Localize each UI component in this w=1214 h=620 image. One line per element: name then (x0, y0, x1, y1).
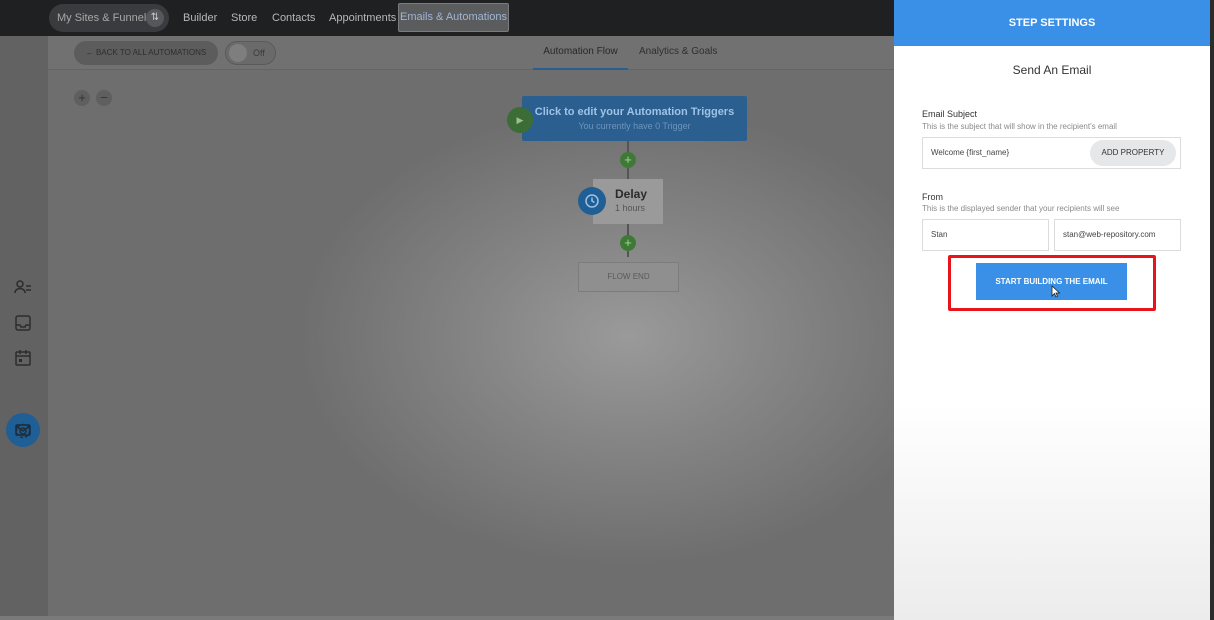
switch-icon[interactable]: ⇅ (146, 9, 164, 27)
nav-store[interactable]: Store (231, 0, 257, 36)
nav-builder[interactable]: Builder (183, 0, 217, 36)
email-subject-hint: This is the subject that will show in th… (922, 122, 1117, 131)
back-to-automations-button[interactable]: ← BACK TO ALL AUTOMATIONS (74, 41, 218, 65)
toggle-knob (229, 44, 247, 62)
panel-title: Send An Email (1012, 63, 1092, 77)
automation-toggle[interactable]: Off (225, 41, 276, 65)
tab-analytics-goals[interactable]: Analytics & Goals (639, 36, 717, 70)
sites-funnels-selector[interactable]: My Sites & Funnels ⇅ (49, 4, 169, 32)
trigger-title: Click to edit your Automation Triggers (534, 106, 735, 118)
add-step-button[interactable]: + (620, 152, 636, 168)
nav-appointments[interactable]: Appointments (329, 0, 396, 36)
delay-title: Delay (615, 187, 648, 201)
automation-canvas[interactable]: ← BACK TO ALL AUTOMATIONS Off Automation… (48, 36, 894, 620)
nav-contacts[interactable]: Contacts (272, 0, 315, 36)
clock-glyph (585, 194, 599, 208)
tab-automation-flow[interactable]: Automation Flow (533, 36, 628, 70)
from-name-field[interactable]: Stan (922, 219, 1049, 251)
add-property-button[interactable]: ADD PROPERTY (1090, 140, 1176, 166)
left-sidebar (0, 36, 48, 620)
bottom-strip (0, 616, 894, 620)
panel-header: STEP SETTINGS (894, 0, 1210, 46)
delay-subtitle: 1 hours (615, 203, 646, 213)
top-navigation: My Sites & Funnels ⇅ Builder Store Conta… (0, 0, 894, 36)
automation-subbar: ← BACK TO ALL AUTOMATIONS Off Automation… (48, 36, 894, 70)
step-settings-panel: STEP SETTINGS Send An Email Email Subjec… (894, 0, 1214, 620)
zoom-in-button[interactable]: + (74, 90, 90, 106)
settings-icon[interactable] (13, 421, 33, 441)
automation-triggers-card[interactable]: Click to edit your Automation Triggers Y… (522, 96, 747, 141)
from-email-field[interactable]: stan@web-repository.com (1054, 219, 1181, 251)
mouse-cursor-icon (1051, 285, 1061, 298)
sites-funnels-label: My Sites & Funnels (57, 12, 152, 24)
from-label: From (922, 192, 943, 202)
toggle-label: Off (253, 48, 265, 58)
zoom-out-button[interactable]: − (96, 90, 112, 106)
inbox-icon[interactable] (13, 313, 33, 333)
from-hint: This is the displayed sender that your r… (922, 204, 1120, 213)
flow-end-node: FLOW END (578, 262, 679, 292)
trigger-subtitle: You currently have 0 Trigger (578, 121, 691, 131)
clock-icon (578, 187, 606, 215)
panel-edge (1210, 0, 1214, 620)
contacts-icon[interactable] (13, 278, 33, 298)
play-icon[interactable]: ▶ (507, 107, 533, 133)
calendar-icon[interactable] (13, 348, 33, 368)
email-subject-label: Email Subject (922, 109, 978, 119)
nav-emails-automations[interactable]: Emails & Automations (398, 3, 509, 32)
add-step-button-2[interactable]: + (620, 235, 636, 251)
